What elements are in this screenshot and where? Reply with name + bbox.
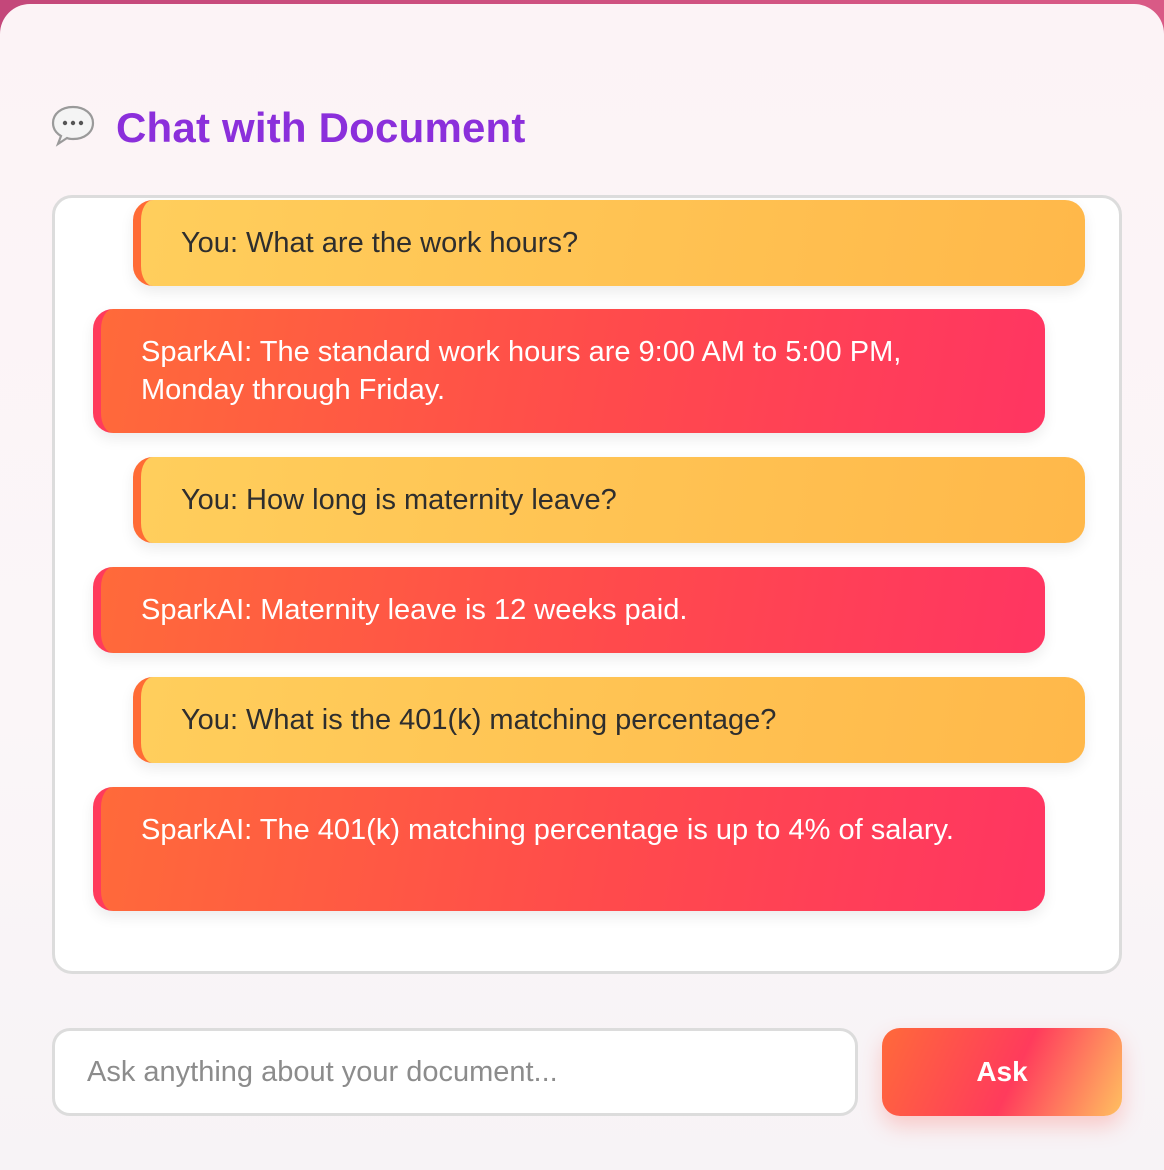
ask-button[interactable]: Ask — [882, 1028, 1122, 1116]
ai-message: SparkAI: The 401(k) matching percentage … — [93, 787, 1045, 911]
chat-header: Chat with Document — [50, 100, 526, 156]
page-title: Chat with Document — [116, 104, 526, 151]
chat-card: Chat with Document You: What are the wor… — [0, 4, 1164, 1170]
question-input[interactable] — [52, 1028, 858, 1116]
user-message: You: What are the work hours? — [133, 200, 1085, 286]
ai-message: SparkAI: The standard work hours are 9:0… — [93, 309, 1045, 433]
ai-message: SparkAI: Maternity leave is 12 weeks pai… — [93, 567, 1045, 653]
chat-messages-panel[interactable]: You: What are the work hours? SparkAI: T… — [52, 195, 1122, 974]
user-message: You: How long is maternity leave? — [133, 457, 1085, 543]
speech-bubble-icon — [50, 103, 96, 149]
page-frame: Chat with Document You: What are the wor… — [0, 0, 1164, 1170]
user-message: You: What is the 401(k) matching percent… — [133, 677, 1085, 763]
